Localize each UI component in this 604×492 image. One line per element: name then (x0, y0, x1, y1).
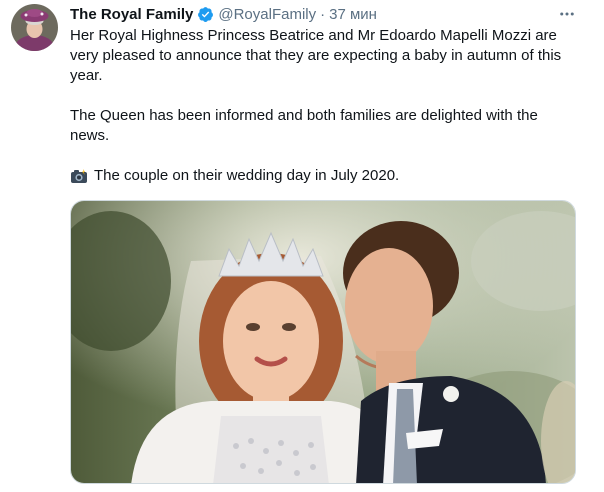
timestamp[interactable]: 37 мин (329, 6, 377, 23)
more-horizontal-icon (560, 12, 574, 16)
wedding-photo (71, 201, 575, 483)
avatar[interactable] (11, 4, 58, 51)
tweet-caption: The couple on their wedding day in July … (70, 166, 570, 186)
caption-text: The couple on their wedding day in July … (94, 167, 400, 184)
tweet-paragraph: The Queen has been informed and both fam… (70, 107, 538, 144)
tweet[interactable]: The Royal Family @RoyalFamily · 37 мин H… (0, 0, 604, 492)
user-handle[interactable]: @RoyalFamily (218, 6, 316, 23)
tweet-text: Her Royal Highness Princess Beatrice and… (70, 26, 570, 186)
separator-dot: · (320, 5, 326, 23)
verified-badge-icon (197, 6, 214, 23)
camera-flash-icon (70, 168, 88, 184)
tweet-photo[interactable] (70, 200, 576, 484)
avatar-photo (11, 4, 58, 51)
more-options-button[interactable] (556, 4, 578, 24)
tweet-header: The Royal Family @RoyalFamily · 37 мин (70, 4, 377, 24)
tweet-paragraph: Her Royal Highness Princess Beatrice and… (70, 27, 562, 84)
display-name[interactable]: The Royal Family (70, 6, 193, 23)
